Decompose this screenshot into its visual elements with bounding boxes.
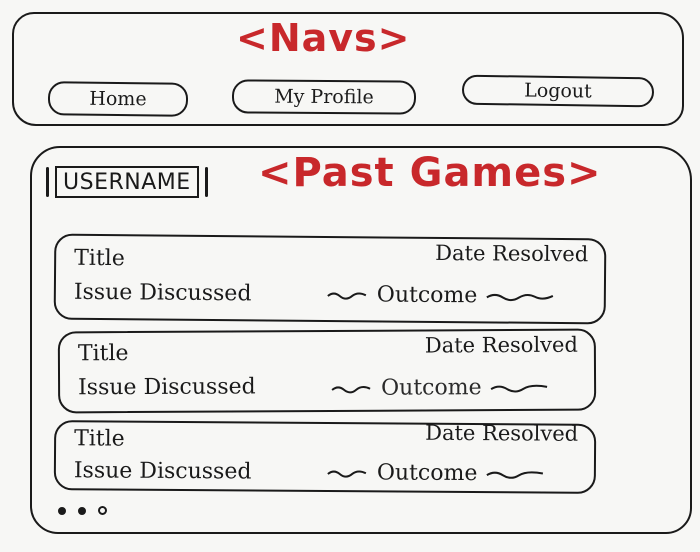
dot-icon bbox=[78, 506, 86, 515]
squiggle-left-icon bbox=[327, 470, 367, 478]
username-right-bar bbox=[204, 167, 208, 197]
logout-button[interactable]: Logout bbox=[461, 74, 655, 108]
username-area: USERNAME bbox=[46, 166, 208, 198]
game-outcome: Outcome bbox=[376, 460, 478, 487]
game-card[interactable]: Title Date Resolved Issue Discussed Outc… bbox=[53, 420, 597, 494]
game-card[interactable]: Title Date Resolved Issue Discussed Outc… bbox=[57, 328, 597, 414]
game-issue: Issue Discussed bbox=[73, 279, 252, 307]
squiggle-right-icon bbox=[490, 384, 547, 393]
game-issue: Issue Discussed bbox=[73, 458, 252, 485]
home-button[interactable]: Home bbox=[47, 81, 189, 117]
sketch-sheet: <Navs> Home My Profile Logout USERNAME <… bbox=[0, 0, 700, 552]
game-outcome-row: Outcome bbox=[326, 460, 545, 487]
username-label: USERNAME bbox=[55, 166, 199, 198]
game-outcome: Outcome bbox=[381, 375, 482, 401]
squiggle-left-icon bbox=[327, 292, 367, 300]
more-indicator bbox=[58, 506, 107, 515]
squiggle-left-icon bbox=[331, 386, 371, 394]
game-title: Title bbox=[74, 245, 125, 272]
past-games-annotation: <Past Games> bbox=[258, 150, 602, 196]
squiggle-right-icon bbox=[485, 293, 553, 302]
dot-icon bbox=[98, 506, 107, 515]
game-date-resolved: Date Resolved bbox=[435, 240, 589, 267]
game-title: Title bbox=[77, 341, 129, 367]
game-title: Title bbox=[74, 426, 125, 452]
game-outcome: Outcome bbox=[376, 282, 478, 309]
dot-icon bbox=[58, 506, 66, 515]
nav-annotation: <Navs> bbox=[236, 16, 411, 60]
game-outcome-row: Outcome bbox=[330, 375, 549, 401]
game-date-resolved: Date Resolved bbox=[424, 332, 578, 358]
game-outcome-row: Outcome bbox=[326, 282, 555, 309]
game-card[interactable]: Title Date Resolved Issue Discussed Outc… bbox=[53, 233, 607, 325]
squiggle-right-icon bbox=[485, 471, 543, 479]
game-date-resolved: Date Resolved bbox=[425, 420, 579, 446]
my-profile-button[interactable]: My Profile bbox=[231, 79, 417, 115]
username-left-bar bbox=[46, 167, 49, 197]
game-issue: Issue Discussed bbox=[78, 374, 256, 401]
